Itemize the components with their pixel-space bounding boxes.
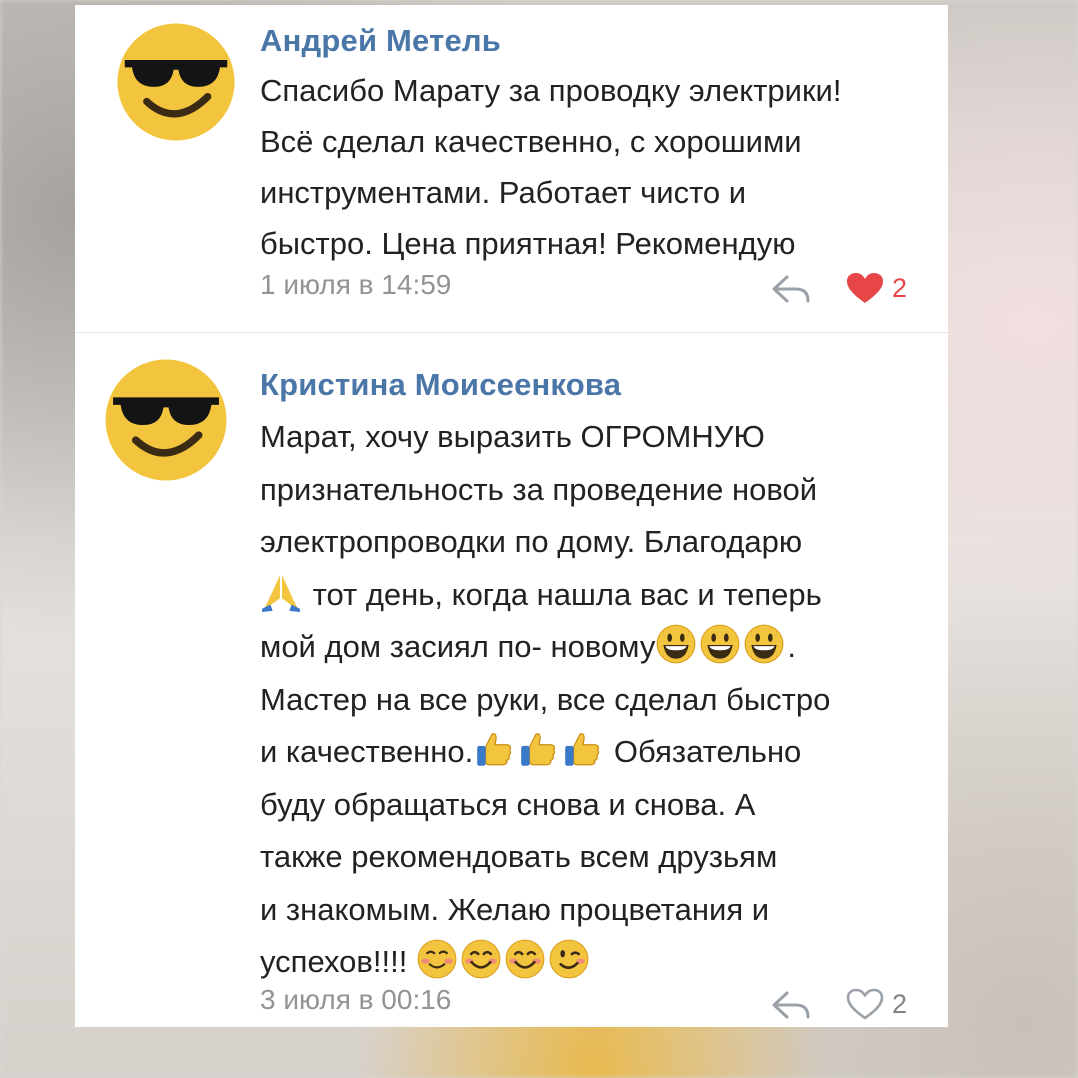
comment-line: мой дом засиял по- новому.: [260, 621, 930, 674]
comment-date[interactable]: 1 июля в 14:59: [260, 269, 451, 301]
comment-line: Марат, хочу выразить ОГРОМНУЮ: [260, 419, 765, 454]
heart-outline-icon: [845, 987, 885, 1021]
comment-date[interactable]: 3 июля в 00:16: [260, 984, 451, 1016]
smiling-eyes-icon: [460, 938, 502, 980]
comment-line: электропроводки по дому. Благодарю: [260, 524, 803, 559]
thumbs-up-icon: [561, 728, 603, 770]
comment: Андрей Метель Спасибо Марату за проводку…: [75, 5, 948, 332]
reply-arrow-icon[interactable]: [770, 271, 812, 305]
comment: Кристина Моисеенкова Марат, хочу выразит…: [75, 333, 948, 1027]
grinning-face-icon: [743, 623, 785, 665]
sunglasses-smiley-icon[interactable]: [115, 21, 237, 143]
thumbs-up-icon: [473, 728, 515, 770]
author-name[interactable]: Кристина Моисеенкова: [260, 367, 621, 403]
comment-line: инструментами. Работает чисто и: [260, 175, 747, 210]
winking-face-icon: [548, 938, 590, 980]
comments-card: Андрей Метель Спасибо Марату за проводку…: [75, 5, 948, 1027]
comment-line: также рекомендовать всем друзьям: [260, 839, 778, 874]
comment-line: успехов!!!!: [260, 936, 930, 989]
author-name[interactable]: Андрей Метель: [260, 23, 501, 59]
comment-line: Всё сделал качественно, с хорошими: [260, 124, 802, 159]
comment-line: буду обращаться снова и снова. А: [260, 786, 756, 822]
comment-line-text: успехов!!!!: [260, 944, 416, 979]
comment-line: признательность за проведение новой: [260, 471, 818, 507]
heart-filled-icon: [845, 271, 885, 305]
folded-hands-icon: [260, 571, 302, 613]
like-button[interactable]: 2: [845, 271, 907, 305]
comment-line-text: Обязательно: [605, 734, 802, 769]
like-button[interactable]: 2: [845, 987, 907, 1021]
smiling-face-icon: [416, 938, 458, 980]
comment-line-text: тот день, когда нашла вас и теперь: [304, 576, 822, 612]
comment-line: Спасибо Марату за проводку электрики!: [260, 73, 842, 108]
thumbs-up-icon: [517, 728, 559, 770]
sunglasses-smiley-icon[interactable]: [103, 357, 229, 483]
reply-arrow-icon[interactable]: [770, 987, 812, 1021]
grinning-face-icon: [699, 623, 741, 665]
comment-text: Марат, хочу выразить ОГРОМНУЮ признатель…: [260, 411, 930, 989]
comment-line: и знакомым. Желаю процветания и: [260, 891, 770, 927]
grinning-face-icon: [655, 623, 697, 665]
comment-line-text: .: [787, 629, 796, 664]
like-count: 2: [892, 272, 908, 303]
comment-line: и качественно. Обязательно: [260, 726, 930, 779]
smiling-eyes-icon: [504, 938, 546, 980]
comment-line: тот день, когда нашла вас и теперь: [260, 569, 930, 622]
comment-line-text: и качественно.: [260, 734, 474, 769]
comment-line: быстро. Цена приятная! Рекомендую: [260, 226, 796, 261]
comment-line-text: мой дом засиял по- новому: [260, 629, 656, 664]
like-count: 2: [892, 988, 908, 1019]
comment-line: Мастер на все руки, все сделал быстро: [260, 681, 831, 717]
comment-text: Спасибо Марату за проводку электрики! Вс…: [260, 65, 930, 269]
